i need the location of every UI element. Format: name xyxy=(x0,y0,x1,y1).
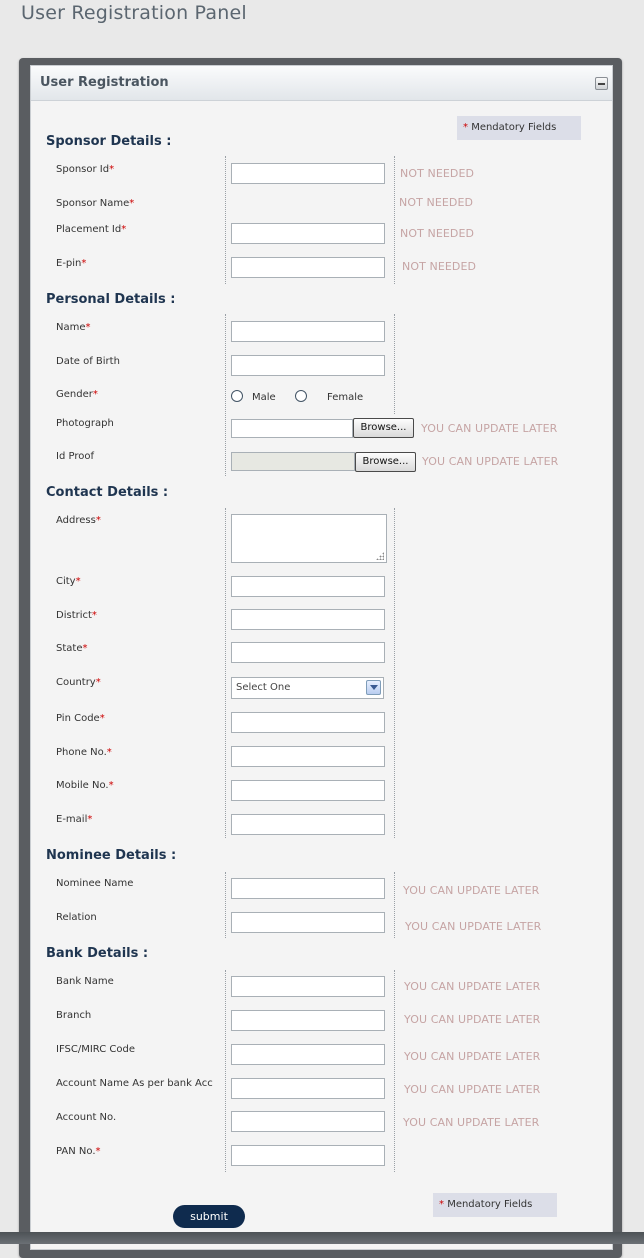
branch-input[interactable] xyxy=(231,1010,385,1031)
submit-button[interactable]: submit xyxy=(173,1205,245,1228)
photograph-file-input[interactable] xyxy=(231,419,353,438)
section-sponsor-details: Sponsor Details : xyxy=(46,134,172,149)
resize-grip-icon[interactable] xyxy=(376,552,384,560)
panel-title: User Registration xyxy=(40,75,169,90)
section-bank-details: Bank Details : xyxy=(46,946,149,961)
placement-id-input[interactable] xyxy=(231,223,385,244)
chevron-down-icon[interactable] xyxy=(366,680,381,695)
label-state: State* xyxy=(56,643,88,654)
email-input[interactable] xyxy=(231,814,385,835)
id-proof-file-input[interactable] xyxy=(231,452,355,471)
sponsor-id-input[interactable] xyxy=(231,163,385,184)
separator-right-contact xyxy=(394,508,395,838)
hint-epin: NOT NEEDED xyxy=(402,260,477,273)
account-name-input[interactable] xyxy=(231,1078,385,1099)
separator-left-sponsor xyxy=(225,156,226,284)
country-selected-value: Select One xyxy=(236,682,291,693)
hint-sponsor-name: NOT NEEDED xyxy=(399,196,474,209)
hint-placement-id: NOT NEEDED xyxy=(400,227,475,240)
label-epin: E-pin* xyxy=(56,258,87,269)
mandatory-note-text: Mendatory Fields xyxy=(471,122,557,133)
hint-sponsor-id: NOT NEEDED xyxy=(400,167,475,180)
required-mark: * xyxy=(463,122,468,133)
label-branch: Branch xyxy=(56,1010,92,1021)
collapse-icon[interactable] xyxy=(595,77,608,90)
address-textarea[interactable] xyxy=(231,514,387,563)
hint-account-no: YOU CAN UPDATE LATER xyxy=(403,1116,540,1129)
state-input[interactable] xyxy=(231,642,385,663)
separator-left-bank xyxy=(225,970,226,1172)
label-account-no: Account No. xyxy=(56,1112,117,1123)
page-title: User Registration Panel xyxy=(21,2,247,24)
hint-account-name: YOU CAN UPDATE LATER xyxy=(404,1083,541,1096)
name-input[interactable] xyxy=(231,321,385,342)
hint-ifsc: YOU CAN UPDATE LATER xyxy=(404,1050,541,1063)
required-mark: * xyxy=(439,1199,444,1210)
nominee-name-input[interactable] xyxy=(231,878,385,899)
dob-input[interactable] xyxy=(231,355,385,376)
label-bank-name: Bank Name xyxy=(56,976,114,987)
hint-relation: YOU CAN UPDATE LATER xyxy=(405,920,542,933)
label-country: Country* xyxy=(56,677,101,688)
label-nominee-name: Nominee Name xyxy=(56,878,134,889)
pin-code-input[interactable] xyxy=(231,712,385,733)
gender-male-label: Male xyxy=(252,392,276,403)
gender-female-label: Female xyxy=(327,392,364,403)
section-contact-details: Contact Details : xyxy=(46,485,169,500)
separator-right-sponsor xyxy=(394,156,395,284)
label-phone: Phone No.* xyxy=(56,747,112,758)
separator-right-nominee xyxy=(394,872,395,938)
hint-photograph: YOU CAN UPDATE LATER xyxy=(421,422,558,435)
section-personal-details: Personal Details : xyxy=(46,292,176,307)
hint-nominee-name: YOU CAN UPDATE LATER xyxy=(403,884,540,897)
label-photograph: Photograph xyxy=(56,418,114,429)
gender-male-radio[interactable] xyxy=(231,390,243,402)
label-placement-id: Placement Id* xyxy=(56,224,127,235)
hint-bank-name: YOU CAN UPDATE LATER xyxy=(404,980,541,993)
gender-female-radio[interactable] xyxy=(295,390,307,402)
epin-input[interactable] xyxy=(231,257,385,278)
mobile-input[interactable] xyxy=(231,780,385,801)
section-nominee-details: Nominee Details : xyxy=(46,848,177,863)
label-pin-code: Pin Code* xyxy=(56,713,105,724)
label-mobile: Mobile No.* xyxy=(56,780,114,791)
label-dob: Date of Birth xyxy=(56,356,120,367)
label-relation: Relation xyxy=(56,912,97,923)
label-name: Name* xyxy=(56,322,91,333)
relation-input[interactable] xyxy=(231,912,385,933)
id-proof-browse-button[interactable]: Browse... xyxy=(355,452,416,472)
bank-name-input[interactable] xyxy=(231,976,385,997)
bottom-bar xyxy=(0,1232,644,1244)
mandatory-note-bottom: * Mendatory Fields xyxy=(433,1193,557,1217)
label-account-name: Account Name As per bank Acc xyxy=(56,1078,213,1089)
photograph-browse-button[interactable]: Browse... xyxy=(353,418,414,438)
district-input[interactable] xyxy=(231,609,385,630)
hint-branch: YOU CAN UPDATE LATER xyxy=(404,1013,541,1026)
mandatory-note-text: Mendatory Fields xyxy=(447,1199,533,1210)
phone-input[interactable] xyxy=(231,746,385,767)
city-input[interactable] xyxy=(231,576,385,597)
label-city: City* xyxy=(56,576,81,587)
label-ifsc: IFSC/MIRC Code xyxy=(56,1044,136,1055)
label-email: E-mail* xyxy=(56,814,93,825)
panel-header: User Registration xyxy=(31,66,612,101)
label-sponsor-id: Sponsor Id* xyxy=(56,164,115,175)
separator-left-contact xyxy=(225,508,226,838)
separator-left-personal xyxy=(225,314,226,476)
pan-input[interactable] xyxy=(231,1145,385,1166)
label-id-proof: Id Proof xyxy=(56,451,94,462)
label-pan: PAN No.* xyxy=(56,1146,101,1157)
label-address: Address* xyxy=(56,515,101,526)
separator-right-personal xyxy=(394,314,395,414)
hint-id-proof: YOU CAN UPDATE LATER xyxy=(422,455,559,468)
label-district: District* xyxy=(56,610,97,621)
label-sponsor-name: Sponsor Name* xyxy=(56,198,135,209)
account-no-input[interactable] xyxy=(231,1111,385,1132)
separator-right-bank xyxy=(394,970,395,1172)
country-select[interactable]: Select One xyxy=(231,677,384,699)
ifsc-input[interactable] xyxy=(231,1044,385,1065)
mandatory-note-top: * Mendatory Fields xyxy=(457,116,581,140)
separator-left-nominee xyxy=(225,872,226,938)
label-gender: Gender* xyxy=(56,389,98,400)
